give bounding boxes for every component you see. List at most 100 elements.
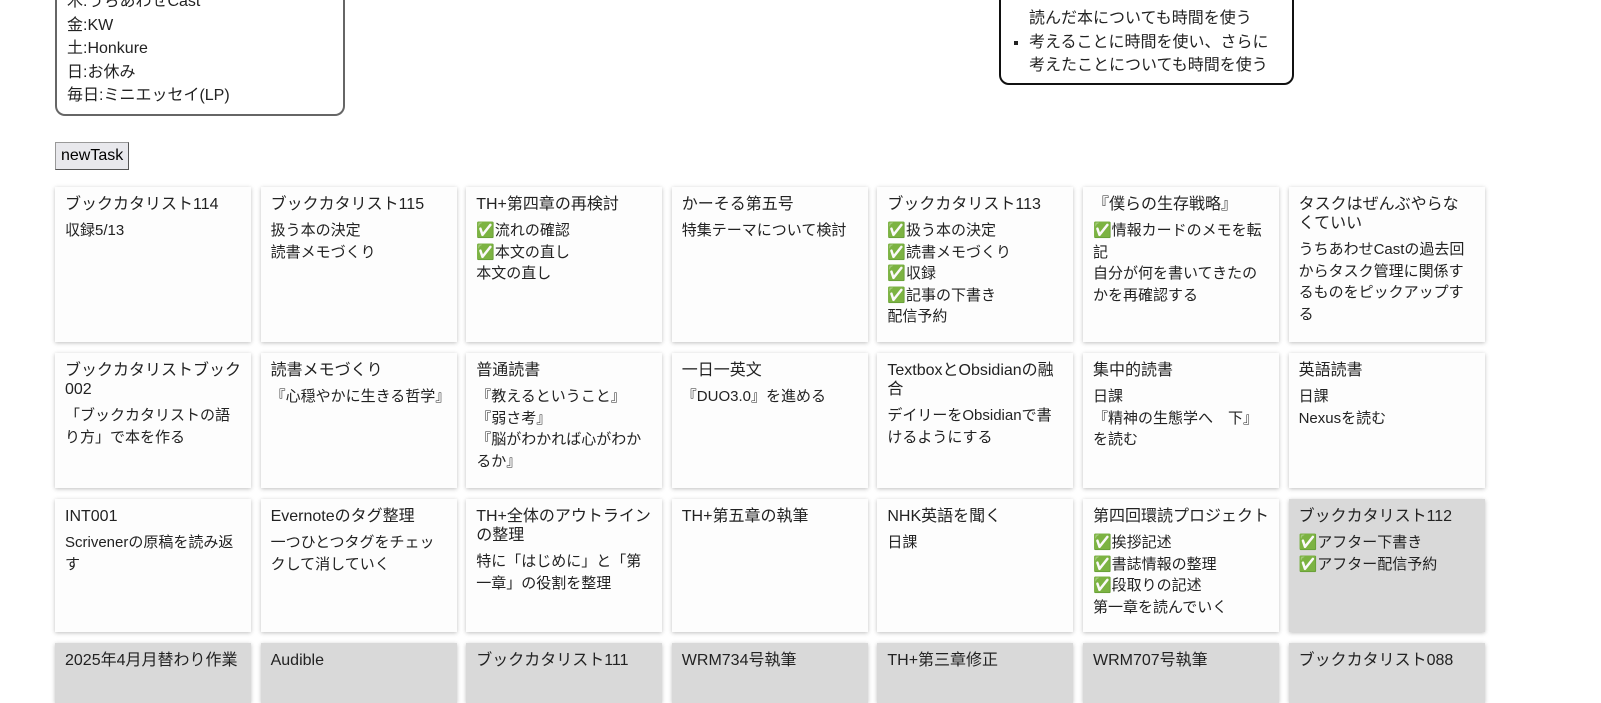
task-card[interactable]: INT001 Scrivenerの原稿を読み返す [55, 499, 251, 632]
task-title: WRM734号執筆 [681, 652, 797, 669]
schedule-item: 土:Honkure [67, 40, 148, 57]
task-title: TH+第五章の執筆 [681, 508, 809, 525]
task-card[interactable]: かーそる第五号特集テーマについて検討 [671, 187, 868, 342]
task-line: 『心穏やかに生きる哲学』 [270, 388, 451, 405]
task-card[interactable]: TH+第四章の再検討 ✅流れの確認 ✅本文の直し 本文の直し [466, 187, 663, 342]
task-line: デイリーをObsidianで書けるようにする [887, 407, 1052, 446]
task-line: ✅書誌情報の整理 [1092, 555, 1217, 573]
task-title: TH+第三章修正 [887, 652, 999, 669]
task-line: 日課 [887, 534, 918, 551]
task-card[interactable]: 『僕らの生存戦略』 ✅情報カードのメモを転記 自分が何を書いてきたのかを再確認する [1082, 187, 1279, 342]
task-card[interactable]: WRM707号執筆 [1082, 643, 1279, 703]
task-line: 特集テーマについて検討 [681, 222, 847, 239]
task-line: 読書メモづくり [270, 243, 376, 261]
task-card[interactable]: 普通読書『教えるということ』 『弱さ考』『脳がわかれば心がわかるか』 [466, 353, 663, 488]
task-line: 『教えるということ』 [476, 388, 626, 405]
schedule-item: 金:KW [67, 16, 114, 34]
schedule-item: 木:うちあわせCast [67, 0, 201, 10]
notes-continuation: 読んだ本についても時間を使う [1029, 10, 1252, 27]
task-line: ✅記事の下書き [887, 286, 997, 304]
task-title: 『僕らの生存戦略』 [1092, 196, 1237, 213]
task-card[interactable]: TH+第三章修正 [877, 643, 1074, 703]
note-item: 考えることに時間を使い、さらに考えたことについても時間を使う [1029, 31, 1282, 78]
task-card[interactable]: ブックカタリスト114 収録5/13 [55, 187, 251, 342]
task-title: ブックカタリスト113 [887, 196, 1041, 213]
task-title: INT001 [65, 508, 118, 525]
task-card[interactable]: 一日一英文『DUO3.0』を進める [671, 353, 868, 488]
task-title: TextboxとObsidianの融合 [887, 362, 1054, 398]
task-card[interactable]: Audible [260, 643, 457, 703]
task-card[interactable]: 集中的読書 日課 『精神の生態学へ 下』を読む [1082, 353, 1279, 488]
task-card[interactable]: ブックカタリスト112 ✅アフター下書き ✅アフター配信予約 [1288, 499, 1485, 632]
task-title: かーそる第五号 [681, 196, 794, 213]
task-line: 自分が何を書いてきたのかを再確認する [1092, 265, 1258, 304]
task-title: 一日一英文 [681, 362, 762, 379]
task-line: 『精神の生態学へ 下』を読む [1092, 409, 1258, 449]
new-task-button[interactable]: newTask [55, 142, 130, 170]
task-title: タスクはぜんぶやらなくていい [1298, 196, 1459, 232]
task-line: 収録5/13 [65, 222, 125, 239]
task-line: ✅情報カードのメモを転記 [1092, 222, 1262, 261]
task-title: 普通読書 [476, 362, 541, 379]
task-title: 読書メモづくり [270, 362, 383, 379]
task-card[interactable]: ブックカタリスト115 扱う本の決定 読書メモづくり [260, 187, 457, 342]
task-card[interactable]: 第四回環読プロジェクト ✅挨拶記述 ✅書誌情報の整理 ✅段取りの記述第一章を読んでいく [1082, 499, 1279, 632]
task-line: うちあわせCastの過去回からタスク管理に関係するものをピックアップする [1298, 241, 1465, 323]
task-card[interactable]: WRM734号執筆 [671, 643, 868, 703]
task-line: ✅流れの確認 [476, 222, 570, 239]
task-card[interactable]: TH+全体のアウトラインの整理 特に「はじめに」と「第一章」の役割を整理 [466, 499, 663, 632]
task-line: ✅段取りの記述 [1092, 577, 1202, 594]
task-title: 2025年4月月替わり作業 [65, 652, 238, 669]
task-title: ブックカタリストブック002 [65, 362, 242, 398]
task-card[interactable]: 英語読書 日課 Nexusを読む [1288, 353, 1485, 488]
task-card[interactable]: ブックカタリスト113 ✅扱う本の決定 ✅読書メモづくり ✅収録 ✅記事の下書き 配信予約 [877, 187, 1074, 342]
task-card[interactable]: 2025年4月月替わり作業 [55, 643, 251, 703]
schedule-box: 木:うちあわせCast 金:KW 土:Honkure 日:お休み毎日:ミニエッセイ(L… [55, 0, 345, 116]
task-line: 『DUO3.0』を進める [681, 388, 826, 405]
task-title: 第四回環読プロジェクト [1092, 508, 1269, 525]
task-title: ブックカタリスト111 [476, 652, 629, 669]
task-card[interactable]: Evernoteのタグ整理一つひとつタグをチェックして消していく [260, 499, 457, 632]
task-line: 一つひとつタグをチェックして消していく [270, 534, 435, 573]
task-card[interactable]: ブックカタリスト111 [466, 643, 663, 703]
task-title: 英語読書 [1298, 362, 1363, 379]
task-line: 日課 [1092, 388, 1123, 405]
task-card[interactable]: 読書メモづくり『心穏やかに生きる哲学』 [260, 353, 457, 488]
task-title: WRM707号執筆 [1092, 652, 1208, 669]
task-line: 『弱さ考』 [476, 409, 552, 427]
task-line: 本文の直し [476, 265, 552, 282]
task-card[interactable]: タスクはぜんぶやらなくていいうちあわせCastの過去回からタスク管理に関係するも… [1288, 187, 1485, 342]
task-title: NHK英語を聞く [887, 508, 1002, 525]
notes-box: 読んだ本についても時間を使う 考えることに時間を使い、さらに考えたことについても… [999, 0, 1294, 85]
task-line: Scrivenerの原稿を読み返す [65, 534, 234, 573]
task-line: ✅アフター下書き [1298, 534, 1423, 551]
task-card[interactable]: TH+第五章の執筆 [671, 499, 868, 632]
task-line: ✅収録 [887, 265, 937, 282]
task-grid: ブックカタリスト114 収録5/13 ブックカタリスト115 扱う本の決定 読書メモづく… [55, 187, 1485, 703]
task-line: 扱う本の決定 [270, 222, 361, 239]
task-line: ✅挨拶記述 [1092, 534, 1172, 551]
notes-list: 考えることに時間を使い、さらに考えたことについても時間を使う [1011, 31, 1282, 78]
task-card[interactable]: NHK英語を聞く 日課 [877, 499, 1074, 632]
task-title: TH+第四章の再検討 [476, 196, 619, 213]
task-title: ブックカタリスト114 [65, 196, 219, 213]
task-title: Evernoteのタグ整理 [270, 508, 415, 525]
task-title: TH+全体のアウトラインの整理 [476, 508, 651, 544]
task-line: ✅アフター配信予約 [1298, 555, 1438, 573]
task-line: 第一章を読んでいく [1092, 598, 1228, 616]
task-card[interactable]: TextboxとObsidianの融合 デイリーをObsidianで書けるようにす… [877, 353, 1074, 488]
task-line: 配信予約 [887, 308, 948, 325]
task-line: ✅読書メモづくり [887, 243, 1012, 261]
task-line: ✅本文の直し [476, 243, 570, 261]
task-line: Nexusを読む [1298, 409, 1387, 427]
task-line: ✅扱う本の決定 [887, 222, 997, 239]
task-card[interactable]: ブックカタリストブック002 「ブックカタリストの語り方」で本を作る [55, 353, 251, 488]
task-title: Audible [270, 652, 324, 669]
task-line: 特に「はじめに」と「第一章」の役割を整理 [476, 553, 642, 592]
schedule-item: 毎日:ミニエッセイ(LP) [67, 87, 230, 104]
task-title: ブックカタリスト112 [1298, 508, 1453, 525]
task-line: 『脳がわかれば心がわかるか』 [476, 431, 642, 470]
schedule-item: 日:お休み [67, 63, 136, 81]
task-card[interactable]: ブックカタリスト088 [1288, 643, 1485, 703]
task-line: 「ブックカタリストの語り方」で本を作る [65, 407, 231, 446]
